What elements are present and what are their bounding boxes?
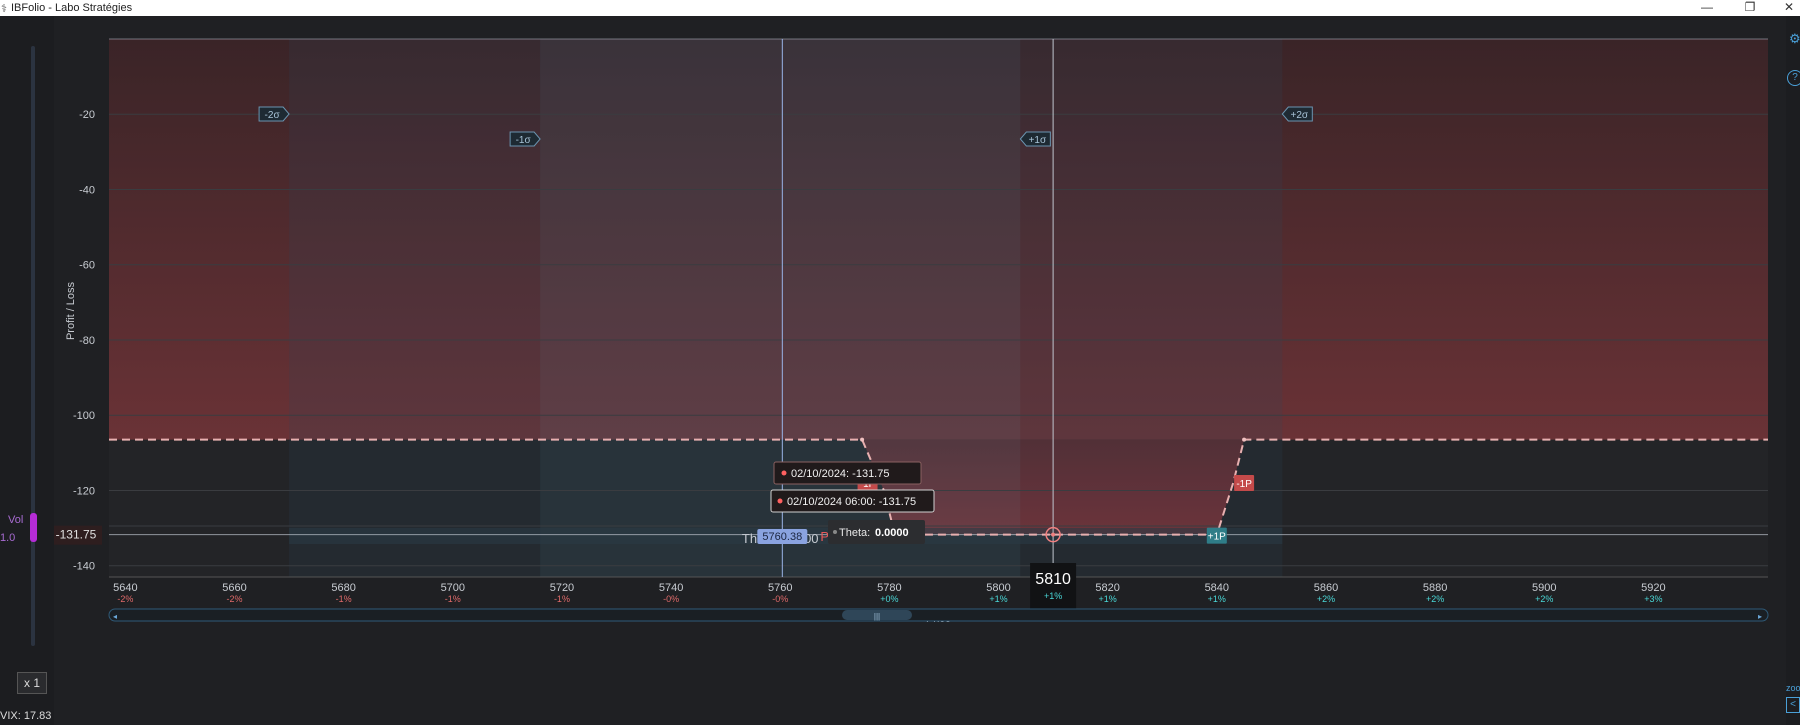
y-tick-label: -80 (79, 335, 95, 347)
x-tick-pct: +2% (1535, 594, 1553, 604)
x-tick-pct: +3% (1644, 594, 1662, 604)
minimize-button[interactable]: — (1692, 0, 1722, 16)
pnl-chart[interactable]: -20 -40 -60 -80 -100 -120 -140 Profit / Loss The… (54, 16, 1800, 725)
x-tick-pct: -1% (445, 594, 461, 604)
x-tick-label: 5660 (222, 582, 246, 594)
tooltip-bullet (781, 470, 787, 476)
zoom-button[interactable]: < (1786, 697, 1800, 713)
help-icon[interactable]: ? (1787, 70, 1800, 86)
vol-slider-track[interactable] (31, 46, 35, 646)
y-tick-label: -120 (73, 485, 95, 497)
pnl-vertex (1242, 437, 1247, 442)
x-tick-pct: -1% (554, 594, 570, 604)
x-tick-pct: +2% (1426, 594, 1444, 604)
app-icon: ⚕ (1, 3, 7, 15)
price-label: 5760.38 (762, 531, 802, 543)
x-tick-pct: +1% (1099, 594, 1117, 604)
y-tick-label: -140 (73, 561, 95, 573)
sigma-tag-label: +2σ (1291, 110, 1309, 121)
x-tick-pct: +0% (880, 594, 898, 604)
sigma-tag-label: +1σ (1029, 135, 1047, 146)
x-tick-pct: +1% (989, 594, 1007, 604)
close-button[interactable]: ✕ (1774, 0, 1800, 16)
x-tick-pct: -2% (117, 594, 133, 604)
x-tick-label: 5720 (550, 582, 574, 594)
x-tick-pct: +1% (1044, 591, 1062, 601)
x-tick-label: 5760 (768, 582, 792, 594)
strike-marker-label: +1P (1208, 532, 1226, 543)
x-tick-pct: +1% (1208, 594, 1226, 604)
x-tick-label: 5740 (659, 582, 683, 594)
x-tick-pct: -0% (663, 594, 679, 604)
vol-value: 1.0 (0, 532, 16, 544)
vix-readout: VIX: 17.83 (0, 710, 52, 722)
x-tick-label: 5900 (1532, 582, 1556, 594)
settings-icon[interactable]: ⚙ (1789, 31, 1800, 47)
x-tick-label: 5780 (877, 582, 901, 594)
x-tick-label: 5820 (1095, 582, 1119, 594)
title-bar: ⚕ IBFolio - Labo Stratégies — ❐ ✕ (0, 0, 1800, 16)
x-tick-label: 5800 (986, 582, 1010, 594)
horizontal-scrollbar[interactable] (108, 608, 1769, 622)
x-tick-label: 5880 (1423, 582, 1447, 594)
right-panel (1786, 16, 1800, 725)
sigma-tag-label: -1σ (516, 135, 532, 146)
scrollbar-grip-icon: ||| (874, 612, 880, 621)
chart-svg[interactable]: -20 -40 -60 -80 -100 -120 -140 Profit / Loss The… (54, 16, 1800, 725)
x-tick-pct: -0% (772, 594, 788, 604)
cursor-target-dot (1051, 532, 1056, 537)
x-tick-label-current: 5810 (1035, 571, 1071, 588)
x-tick-label: 5840 (1205, 582, 1229, 594)
y-tick-label: -60 (79, 260, 95, 272)
restore-button[interactable]: ❐ (1735, 0, 1765, 16)
y-tick-label: -100 (73, 410, 95, 422)
strike-marker-label: -1P (1236, 479, 1252, 490)
y-tick-label: -20 (79, 109, 95, 121)
x-tick-pct: -1% (336, 594, 352, 604)
y-value-readout: -131.75 (56, 528, 97, 542)
x-tick-pct: -2% (227, 594, 243, 604)
x-tick-label: 5680 (331, 582, 355, 594)
theta-tooltip-bullet (833, 530, 837, 534)
tooltip-text: 02/10/2024: -131.75 (791, 468, 889, 480)
y-axis-label: Profit / Loss (65, 281, 77, 340)
x-tick-label: 5700 (441, 582, 465, 594)
vol-slider-thumb[interactable] (30, 513, 37, 542)
x-tick-label: 5640 (113, 582, 137, 594)
tooltip-text: 02/10/2024 06:00: -131.75 (787, 496, 916, 508)
x-tick-label: 5860 (1314, 582, 1338, 594)
sigma-tag-label: -2σ (265, 110, 281, 121)
x-tick-label: 5920 (1641, 582, 1665, 594)
theta-tooltip-label: Theta: (839, 527, 870, 539)
x-tick-pct: +2% (1317, 594, 1335, 604)
scroll-right-icon: ▸ (1758, 612, 1762, 621)
sigma2-band-right (1020, 39, 1283, 577)
theta-tooltip-value: 0.0000 (875, 527, 909, 539)
tooltip-bullet (777, 498, 783, 504)
scroll-left-icon: ◂ (113, 612, 117, 621)
sigma2-band-left (289, 39, 541, 577)
left-panel (0, 16, 54, 725)
vol-label: Vol (8, 514, 24, 526)
window-title: IBFolio - Labo Stratégies (11, 2, 133, 14)
pnl-vertex (860, 437, 865, 442)
y-tick-label: -40 (79, 184, 95, 196)
x1-button[interactable]: x 1 (17, 672, 47, 694)
zoom-label: zoo (1786, 683, 1800, 693)
